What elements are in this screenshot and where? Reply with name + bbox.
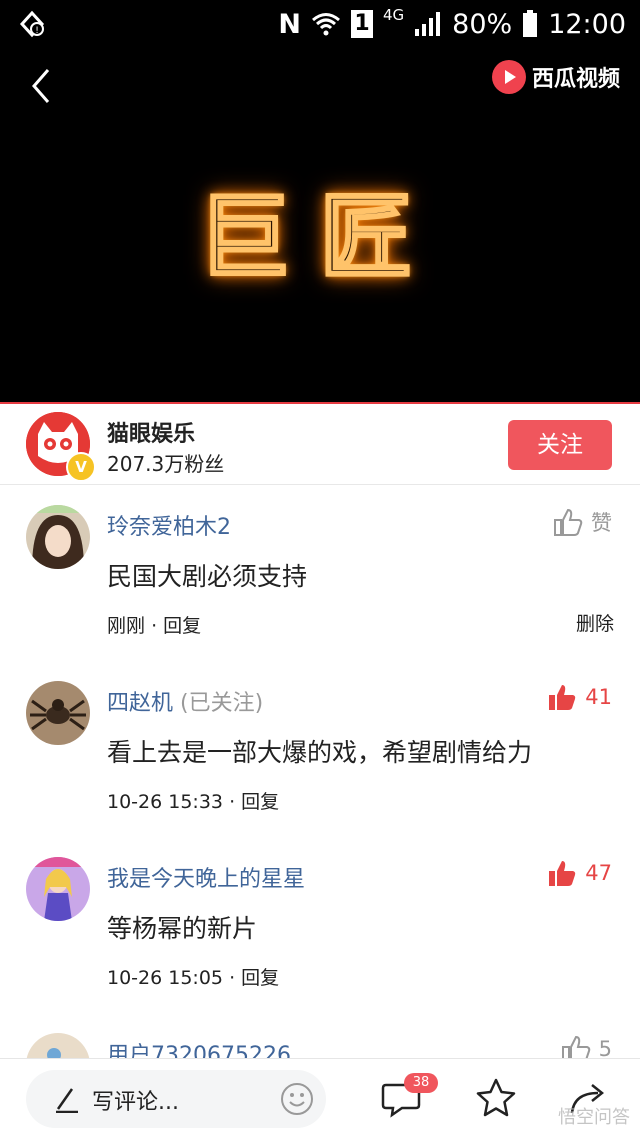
comment-meta: 10-26 15:05 · 回复 [107,967,280,989]
xigua-brand: 西瓜视频 [491,60,620,94]
comment-text: 等杨幂的新片 [107,914,258,943]
like-button[interactable]: 41 [547,683,612,711]
video-player[interactable]: 西瓜视频 巨匠 [0,48,640,402]
thumbs-up-filled-icon [549,685,576,710]
sim-card-icon: 1 [351,10,373,38]
comment-count-badge: 38 [404,1073,438,1093]
thumbs-up-icon [554,508,583,536]
write-comment-input[interactable]: 写评论... [26,1070,326,1128]
comment-text: 民国大剧必须支持 [107,562,308,591]
bottom-action-bar: 写评论... 38 悟空问答 [0,1058,640,1139]
write-comment-placeholder: 写评论... [92,1090,179,1115]
comment-meta: 刚刚 · 回复 [107,615,202,637]
comment-username[interactable]: 我是今天晚上的星星 [107,861,305,893]
reply-link[interactable]: 回复 [163,615,201,637]
comment-username[interactable]: 用户7320675226 [107,1037,291,1058]
like-count: 5 [598,1037,612,1058]
author-row: V 猫眼娱乐 207.3万粉丝 关注 [0,404,640,485]
follow-button[interactable]: 关注 [508,420,612,470]
comment-meta: 10-26 15:33 · 回复 [107,791,280,813]
comment-time: 10-26 15:33 [107,791,224,813]
network-type: 4G [383,6,405,24]
user-avatar[interactable] [26,681,90,745]
nfc-icon: N [278,8,301,40]
verified-badge: V [66,452,96,482]
comment-item: 四赵机 (已关注) 41 看上去是一部大爆的戏，希望剧情给力 10-26 15:… [0,681,640,831]
like-button[interactable]: 5 [561,1035,612,1058]
status-bar: ! N 1 4G 80% 12:00 [0,0,640,48]
brand-name: 西瓜视频 [531,67,620,92]
battery-percent: 80% [452,8,513,40]
emoji-icon[interactable] [280,1082,314,1116]
comment-item: 用户7320675226 5 [0,1033,640,1058]
comment-text: 看上去是一部大爆的戏，希望剧情给力 [107,738,533,767]
author-name[interactable]: 猫眼娱乐 [107,416,195,448]
svg-text:!: ! [35,26,39,36]
like-label: 赞 [591,511,612,535]
like-count: 41 [585,685,612,709]
user-avatar[interactable] [26,1033,90,1058]
delete-button[interactable]: 删除 [576,609,614,636]
comment-item: 我是今天晚上的星星 47 等杨幂的新片 10-26 15:05 · 回复 [0,857,640,1007]
reply-link[interactable]: 回复 [241,791,279,813]
user-avatar[interactable] [26,857,90,921]
battery-icon [523,10,538,37]
thumbs-up-icon [561,1035,590,1058]
followed-tag: (已关注) [180,691,264,716]
xigua-logo-icon [491,60,526,94]
reply-link[interactable]: 回复 [241,967,279,989]
comment-username[interactable]: 玲奈爱柏木2 [107,509,231,541]
comment-time: 刚刚 [107,615,146,637]
watermark: 悟空问答 [558,1107,630,1128]
like-button[interactable]: 赞 [553,507,612,537]
like-count: 47 [585,861,612,885]
star-icon[interactable] [475,1077,517,1119]
pen-icon [56,1088,78,1113]
user-avatar[interactable] [26,505,90,569]
clock: 12:00 [548,8,626,40]
comment-username[interactable]: 四赵机 (已关注) [107,685,263,717]
back-arrow-icon[interactable] [22,66,62,106]
signal-icon [415,12,441,36]
like-button[interactable]: 47 [547,859,612,887]
wifi-icon [312,13,340,36]
location-icon: ! [19,10,45,38]
thumbs-up-filled-icon [549,861,576,886]
fan-count: 207.3万粉丝 [107,452,225,476]
comment-time: 10-26 15:05 [107,967,224,989]
video-title-art: 巨匠 [196,183,442,293]
comment-item: 玲奈爱柏木2 赞 民国大剧必须支持 刚刚 · 回复 删除 [0,505,640,655]
